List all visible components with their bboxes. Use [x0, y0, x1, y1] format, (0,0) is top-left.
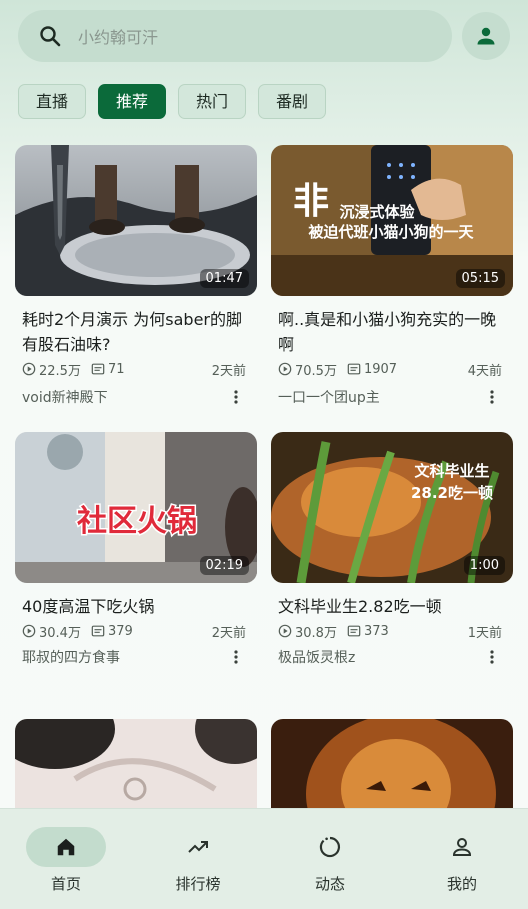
more-options-icon[interactable]: [230, 388, 242, 406]
video-author[interactable]: 一口一个团up主: [278, 387, 380, 407]
nav-home-indicator: [26, 827, 106, 867]
play-count-icon: [278, 624, 292, 638]
upload-time: 1天前: [467, 625, 502, 641]
video-thumbnail[interactable]: 01:47: [15, 145, 257, 296]
thumbnail-caption-2: 28.2吃一顿: [411, 484, 493, 502]
view-count: 22.5万: [39, 363, 81, 379]
video-duration: 05:15: [455, 269, 505, 288]
chip-anime[interactable]: 番剧: [258, 84, 327, 119]
chip-recommend[interactable]: 推荐: [98, 84, 167, 119]
more-options-icon[interactable]: [486, 388, 498, 406]
category-chips: 直播 推荐 热门 番剧: [18, 84, 327, 119]
video-author[interactable]: 极品饭灵根z: [278, 647, 355, 667]
view-count: 30.8万: [295, 625, 337, 641]
view-count: 30.4万: [39, 625, 81, 641]
video-duration: 01:47: [199, 269, 249, 288]
thumbnail-caption-2: 被迫代班小猫小狗的一天: [308, 223, 474, 241]
profile-icon: [452, 838, 472, 856]
search-bar[interactable]: 小约翰可汗: [18, 10, 452, 62]
video-meta: 30.8万 373 1天前: [278, 622, 502, 641]
nav-label: 动态: [314, 875, 345, 893]
nav-ranking-indicator: [158, 827, 238, 867]
video-card[interactable]: [15, 719, 257, 870]
video-thumbnail[interactable]: 社区火锅 02:19: [15, 432, 257, 583]
nav-profile-indicator: [422, 827, 502, 867]
comment-count-icon: [91, 363, 105, 375]
thumbnail-caption-1: 沉浸式体验: [339, 203, 415, 221]
play-count-icon: [22, 624, 36, 638]
video-duration: 1:00: [463, 556, 505, 575]
comment-count-icon: [91, 625, 105, 637]
chip-live[interactable]: 直播: [18, 84, 87, 119]
dynamic-icon: [319, 836, 340, 858]
video-title[interactable]: 40度高温下吃火锅: [22, 594, 250, 619]
trending-icon: [188, 841, 208, 853]
comment-count: 1907: [363, 361, 398, 377]
video-card[interactable]: 文科毕业生 28.2吃一顿 1:00 文科毕业生2.82吃一顿 30.8万 37…: [271, 432, 513, 692]
comment-count: 71: [107, 361, 125, 377]
video-author[interactable]: 耶叔的四方食事: [22, 647, 120, 667]
play-count-icon: [278, 362, 292, 376]
thumbnail-caption: 社区火锅: [77, 504, 197, 539]
video-title[interactable]: 耗时2个月演示 为何saber的脚有股石油味?: [22, 307, 250, 357]
upload-time: 2天前: [211, 363, 246, 379]
video-author[interactable]: void新神殿下: [22, 387, 108, 407]
more-options-icon[interactable]: [486, 648, 498, 666]
comment-count: 373: [363, 623, 389, 639]
video-thumbnail[interactable]: 非 沉浸式体验 被迫代班小猫小狗的一天 05:15: [271, 145, 513, 296]
nav-home[interactable]: 首页: [16, 827, 116, 894]
upload-time: 4天前: [467, 363, 502, 379]
video-title[interactable]: 文科毕业生2.82吃一顿: [278, 594, 506, 619]
comment-count: 379: [107, 623, 133, 639]
chip-hot[interactable]: 热门: [178, 84, 247, 119]
comment-count-icon: [347, 625, 361, 637]
more-options-icon[interactable]: [230, 648, 242, 666]
nav-ranking[interactable]: 排行榜: [148, 827, 248, 894]
video-meta: 22.5万 71 2天前: [22, 360, 246, 379]
video-card[interactable]: 社区火锅 02:19 40度高温下吃火锅 30.4万 379 2天前 耶叔的四方…: [15, 432, 257, 692]
play-count-icon: [22, 362, 36, 376]
video-card[interactable]: 01:47 耗时2个月演示 为何saber的脚有股石油味? 22.5万 71 2…: [15, 145, 257, 407]
thumbnail-caption-1: 文科毕业生: [414, 462, 489, 480]
nav-label: 排行榜: [175, 875, 221, 893]
video-meta: 70.5万 1907 4天前: [278, 360, 502, 379]
video-meta: 30.4万 379 2天前: [22, 622, 246, 641]
bottom-navigation: 首页 排行榜 动态 我的: [0, 808, 528, 909]
nav-profile[interactable]: 我的: [412, 827, 512, 894]
nav-label: 我的: [446, 875, 477, 893]
thumbnail-caption-big: 非: [293, 181, 329, 222]
person-icon: [477, 27, 495, 45]
video-card[interactable]: [271, 719, 513, 870]
video-title[interactable]: 啊..真是和小猫小狗充实的一晚啊: [278, 307, 506, 357]
top-bar: 小约翰可汗: [18, 10, 510, 64]
profile-button[interactable]: [462, 12, 510, 60]
video-thumbnail[interactable]: 文科毕业生 28.2吃一顿 1:00: [271, 432, 513, 583]
search-placeholder: 小约翰可汗: [78, 28, 159, 47]
view-count: 70.5万: [295, 363, 337, 379]
nav-dynamic-indicator: [290, 827, 370, 867]
upload-time: 2天前: [211, 625, 246, 641]
home-icon: [57, 838, 75, 856]
video-duration: 02:19: [199, 556, 249, 575]
video-card[interactable]: 非 沉浸式体验 被迫代班小猫小狗的一天 05:15 啊..真是和小猫小狗充实的一…: [271, 145, 513, 407]
comment-count-icon: [347, 363, 361, 375]
search-icon: [40, 26, 61, 47]
nav-label: 首页: [50, 875, 81, 893]
nav-dynamic[interactable]: 动态: [280, 827, 380, 894]
